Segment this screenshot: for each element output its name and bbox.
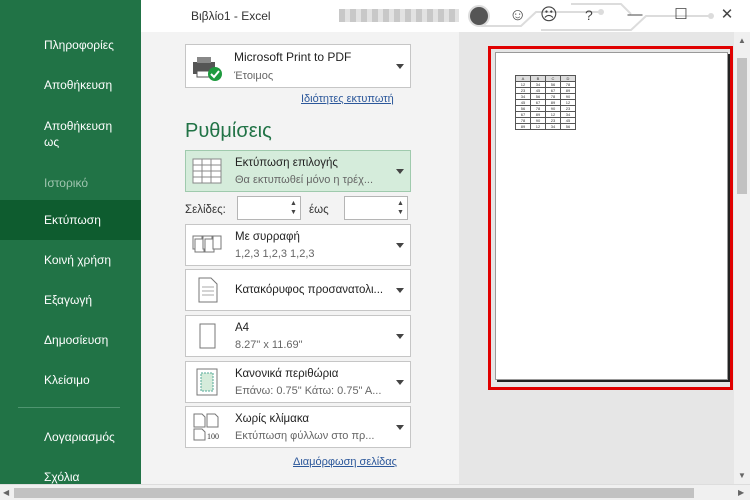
- scroll-left-icon[interactable]: ◀: [3, 488, 9, 497]
- scaling-dropdown[interactable]: 100 Χωρίς κλίμακα Εκτύπωση φύλλων στο πρ…: [185, 406, 411, 448]
- margins-label: Κανονικά περιθώρια: [235, 368, 339, 380]
- collate-label: Με συρραφή: [235, 231, 300, 243]
- paper-icon: [199, 323, 216, 349]
- printer-dropdown[interactable]: Microsoft Print to PDF Έτοιμος: [185, 44, 411, 88]
- scaling-desc: Εκτύπωση φύλλων στο πρ...: [235, 430, 375, 442]
- print-what-label: Εκτύπωση επιλογής: [235, 157, 338, 169]
- sidebar-item-share[interactable]: Κοινή χρήση: [0, 252, 141, 268]
- svg-text:100: 100: [207, 432, 219, 441]
- printer-status: Έτοιμος: [234, 70, 274, 82]
- scroll-up-icon[interactable]: ▲: [738, 36, 746, 45]
- table-selection-icon: [192, 158, 222, 184]
- horizontal-scroll-thumb[interactable]: [14, 488, 694, 498]
- printer-name: Microsoft Print to PDF: [234, 50, 352, 64]
- pages-to-label: έως: [309, 204, 329, 216]
- sidebar-item-close[interactable]: Κλείσιμο: [0, 372, 141, 388]
- chevron-down-icon: [396, 288, 404, 293]
- scroll-right-icon[interactable]: ▶: [738, 488, 744, 497]
- page-setup-link[interactable]: Διαμόρφωση σελίδας: [293, 456, 397, 468]
- margins-desc: Επάνω: 0.75" Κάτω: 0.75" Α...: [235, 385, 382, 397]
- portrait-page-icon: [198, 277, 218, 303]
- sidebar-item-account[interactable]: Λογαριασμός: [0, 429, 141, 445]
- sidebar-item-publish[interactable]: Δημοσίευση: [0, 332, 141, 348]
- preview-highlight-frame: [488, 46, 733, 390]
- pages-to-input[interactable]: ▲ ▼: [344, 196, 408, 220]
- printer-properties-link[interactable]: Ιδιότητες εκτυπωτή: [301, 93, 394, 105]
- chevron-down-icon: [396, 380, 404, 385]
- sidebar-item-info[interactable]: Πληροφορίες: [0, 37, 141, 53]
- chevron-down-icon: [396, 334, 404, 339]
- close-button[interactable]: ✕: [713, 4, 741, 26]
- chevron-down-icon: [396, 425, 404, 430]
- help-button[interactable]: ?: [585, 5, 593, 25]
- title-bar: Βιβλίο1 - Excel ☺ ☹ ? — ☐ ✕: [141, 0, 750, 32]
- frown-feedback-icon[interactable]: ☹: [540, 5, 558, 25]
- paper-size-dropdown[interactable]: A4 8.27" x 11.69": [185, 315, 411, 357]
- horizontal-scrollbar[interactable]: ◀ ▶: [0, 484, 750, 500]
- orientation-label: Κατακόρυφος προσανατολι...: [235, 284, 384, 296]
- vertical-scroll-thumb[interactable]: [737, 58, 747, 194]
- user-name-blurred: [339, 9, 459, 22]
- print-what-desc: Θα εκτυπωθεί μόνο η τρέχ...: [235, 174, 374, 186]
- sidebar-item-feedback[interactable]: Σχόλια: [0, 469, 141, 485]
- sidebar-item-print[interactable]: Εκτύπωση: [0, 200, 141, 240]
- print-settings-pane: Microsoft Print to PDF Έτοιμος Ιδιότητες…: [141, 32, 459, 484]
- settings-heading: Ρυθμίσεις: [185, 120, 272, 142]
- collate-icon: [192, 235, 222, 253]
- spinner-arrows-icon[interactable]: ▲ ▼: [289, 199, 298, 217]
- chevron-down-icon: [396, 64, 404, 69]
- sidebar-item-history[interactable]: Ιστορικό: [0, 175, 141, 191]
- document-title: Βιβλίο1 - Excel: [191, 9, 271, 23]
- chevron-down-icon: [396, 169, 404, 174]
- collate-dropdown[interactable]: Με συρραφή 1,2,3 1,2,3 1,2,3: [185, 224, 411, 266]
- vertical-scrollbar[interactable]: ▲ ▼: [734, 32, 750, 484]
- backstage-sidebar: Πληροφορίες Αποθήκευση Αποθήκευση ως Ιστ…: [0, 0, 141, 500]
- paper-size-desc: 8.27" x 11.69": [235, 339, 303, 351]
- minimize-button[interactable]: —: [621, 4, 649, 26]
- orientation-dropdown[interactable]: Κατακόρυφος προσανατολι...: [185, 269, 411, 311]
- avatar[interactable]: [468, 5, 490, 27]
- smile-feedback-icon[interactable]: ☺: [509, 5, 526, 25]
- pages-from-input[interactable]: ▲ ▼: [237, 196, 301, 220]
- maximize-button[interactable]: ☐: [667, 4, 695, 26]
- scaling-label: Χωρίς κλίμακα: [235, 413, 310, 425]
- chevron-down-icon: [396, 243, 404, 248]
- printer-icon: [193, 57, 222, 81]
- sidebar-divider: [18, 407, 120, 408]
- spinner-arrows-icon[interactable]: ▲ ▼: [396, 199, 405, 217]
- scaling-icon: 100: [193, 413, 219, 441]
- sidebar-item-export[interactable]: Εξαγωγή: [0, 292, 141, 308]
- sidebar-item-save[interactable]: Αποθήκευση: [0, 77, 141, 93]
- margins-icon: [196, 368, 218, 396]
- pages-label: Σελίδες:: [185, 204, 226, 216]
- print-what-dropdown[interactable]: Εκτύπωση επιλογής Θα εκτυπωθεί μόνο η τρ…: [185, 150, 411, 192]
- paper-size-label: A4: [235, 322, 250, 334]
- scroll-down-icon[interactable]: ▼: [738, 471, 746, 480]
- margins-dropdown[interactable]: Κανονικά περιθώρια Επάνω: 0.75" Κάτω: 0.…: [185, 361, 411, 403]
- sidebar-item-save-as[interactable]: Αποθήκευση ως: [0, 118, 130, 150]
- collate-desc: 1,2,3 1,2,3 1,2,3: [235, 248, 315, 260]
